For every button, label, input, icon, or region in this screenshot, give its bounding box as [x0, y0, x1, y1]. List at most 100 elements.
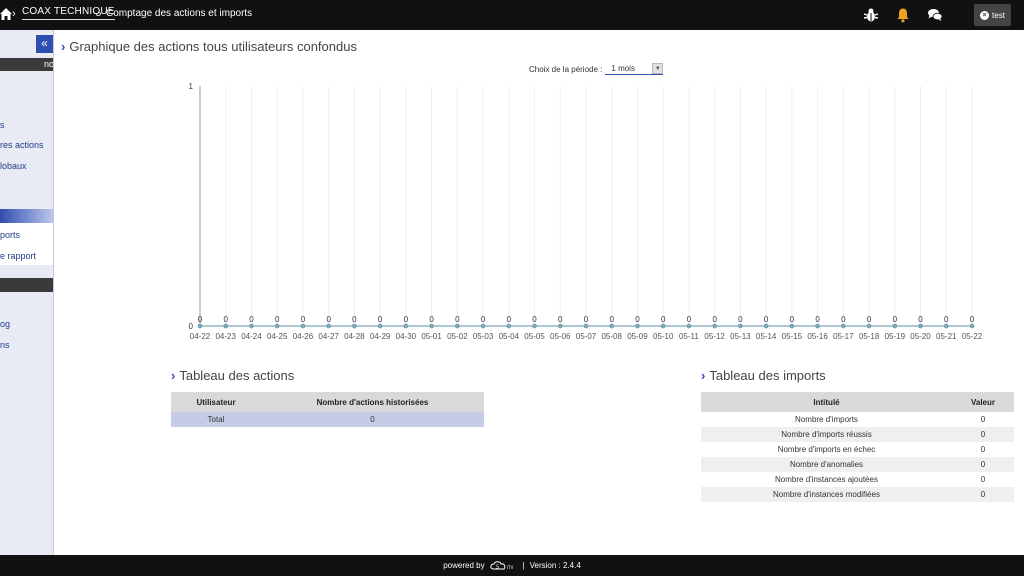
- x-tick-label: 05-06: [550, 332, 571, 341]
- x-tick-label: 05-18: [859, 332, 880, 341]
- x-tick-label: 04-24: [241, 332, 262, 341]
- data-point: [969, 323, 975, 329]
- breadcrumb-current-page: Comptage des actions et imports: [106, 8, 253, 19]
- table-row: Nombre d'imports en échec 0: [701, 442, 1014, 457]
- table-cell: 0: [952, 457, 1014, 472]
- x-tick-label: 05-15: [782, 332, 803, 341]
- x-tick-label: 04-26: [293, 332, 314, 341]
- actions-col-header[interactable]: Nombre d'actions historisées: [261, 392, 484, 412]
- user-label: test: [992, 10, 1005, 20]
- sidebar-item-rapport[interactable]: e rapport: [0, 251, 53, 261]
- data-point: [660, 323, 666, 329]
- sidebar-item[interactable]: res actions: [0, 140, 53, 150]
- data-point: [557, 323, 563, 329]
- x-tick-label: 04-23: [215, 332, 236, 341]
- data-point: [532, 323, 537, 329]
- sidebar-item[interactable]: s: [0, 120, 53, 130]
- data-point: [506, 323, 512, 329]
- data-point: [815, 323, 820, 329]
- data-point: [712, 323, 718, 329]
- data-point: [635, 323, 640, 329]
- table-row: Nombre d'imports 0: [701, 412, 1014, 427]
- data-point: [274, 323, 280, 329]
- breadcrumb-chevron-icon: ›: [12, 8, 16, 20]
- x-tick-label: 05-22: [962, 332, 983, 341]
- actions-table-title-text: Tableau des actions: [179, 368, 295, 383]
- data-label: 0: [532, 315, 537, 324]
- data-point: [763, 323, 769, 329]
- data-label: 0: [610, 315, 615, 324]
- data-point: [686, 323, 692, 329]
- data-point: [918, 323, 923, 329]
- user-logout-button[interactable]: × test: [974, 4, 1011, 26]
- imports-col-header[interactable]: Valeur: [952, 392, 1014, 412]
- sidebar-item-imports[interactable]: ports: [0, 230, 53, 240]
- close-icon: ×: [980, 10, 990, 20]
- actions-col-header[interactable]: Utilisateur: [171, 392, 261, 412]
- data-label: 0: [249, 315, 254, 324]
- home-icon[interactable]: [0, 7, 12, 21]
- data-point: [480, 323, 486, 329]
- data-label: 0: [481, 315, 486, 324]
- sidebar-item[interactable]: og: [0, 319, 53, 329]
- sidebar-section-header: no: [0, 58, 53, 71]
- table-cell: Nombre d'anomalies: [701, 457, 952, 472]
- chat-icon[interactable]: [927, 7, 943, 23]
- data-label: 0: [429, 315, 434, 324]
- powered-by-label: powered by: [443, 561, 485, 570]
- x-tick-label: 05-07: [576, 332, 597, 341]
- data-point: [866, 323, 872, 329]
- table-cell: 0: [952, 412, 1014, 427]
- data-label: 0: [867, 315, 872, 324]
- actions-line-chart: 0 1 0 04-22 0 04-23 0 04-24 0 04-25 0 04-26 0 04-27 0 0…: [189, 82, 983, 341]
- imports-col-header[interactable]: Intitulé: [701, 392, 952, 412]
- table-cell: 0: [952, 487, 1014, 502]
- svg-text:ITV: ITV: [507, 565, 514, 570]
- chevron-down-icon: ▼: [652, 63, 664, 74]
- y-tick-label: 0: [189, 322, 194, 331]
- collapse-sidebar-button[interactable]: «: [36, 35, 53, 53]
- data-label: 0: [738, 315, 743, 324]
- x-tick-label: 05-04: [499, 332, 520, 341]
- data-point: [249, 323, 254, 329]
- period-selector: Choix de la période : 1 mois ▼: [529, 63, 664, 75]
- data-label: 0: [635, 315, 640, 324]
- data-point: [609, 323, 615, 329]
- data-label: 0: [326, 315, 331, 324]
- x-tick-label: 04-27: [318, 332, 339, 341]
- imports-table-title-text: Tableau des imports: [709, 368, 826, 383]
- sidebar-item[interactable]: lobaux: [0, 161, 53, 171]
- x-tick-label: 04-29: [370, 332, 391, 341]
- data-point: [326, 323, 332, 329]
- data-label: 0: [224, 315, 229, 324]
- data-label: 0: [198, 315, 203, 324]
- y-tick-label: 1: [189, 82, 194, 91]
- bug-icon[interactable]: [863, 7, 879, 23]
- table-row: Nombre d'instances ajoutées 0: [701, 472, 1014, 487]
- table-row: Nombre d'imports réussis 0: [701, 427, 1014, 442]
- data-point: [892, 323, 898, 329]
- data-point: [789, 323, 795, 329]
- sidebar-section-header: [0, 278, 53, 292]
- data-point: [738, 323, 743, 329]
- sidebar-item[interactable]: ns: [0, 340, 53, 350]
- sidebar-active-section[interactable]: [0, 209, 53, 223]
- data-point: [943, 323, 949, 329]
- footer: powered by 5 ITV | Version : 2.4.4: [0, 555, 1024, 576]
- x-tick-label: 05-17: [833, 332, 854, 341]
- version-label: Version : 2.4.4: [529, 561, 581, 570]
- imports-table-title: › Tableau des imports: [701, 368, 826, 383]
- table-cell: 0: [952, 427, 1014, 442]
- x-tick-label: 05-13: [730, 332, 751, 341]
- data-point: [197, 323, 203, 329]
- data-label: 0: [893, 315, 898, 324]
- period-select[interactable]: 1 mois ▼: [605, 63, 664, 75]
- x-tick-label: 04-25: [267, 332, 288, 341]
- data-point: [583, 323, 589, 329]
- data-point: [429, 323, 434, 329]
- bell-icon[interactable]: [895, 7, 911, 23]
- data-label: 0: [790, 315, 795, 324]
- data-label: 0: [558, 315, 563, 324]
- x-tick-label: 05-01: [421, 332, 442, 341]
- x-tick-label: 05-19: [885, 332, 906, 341]
